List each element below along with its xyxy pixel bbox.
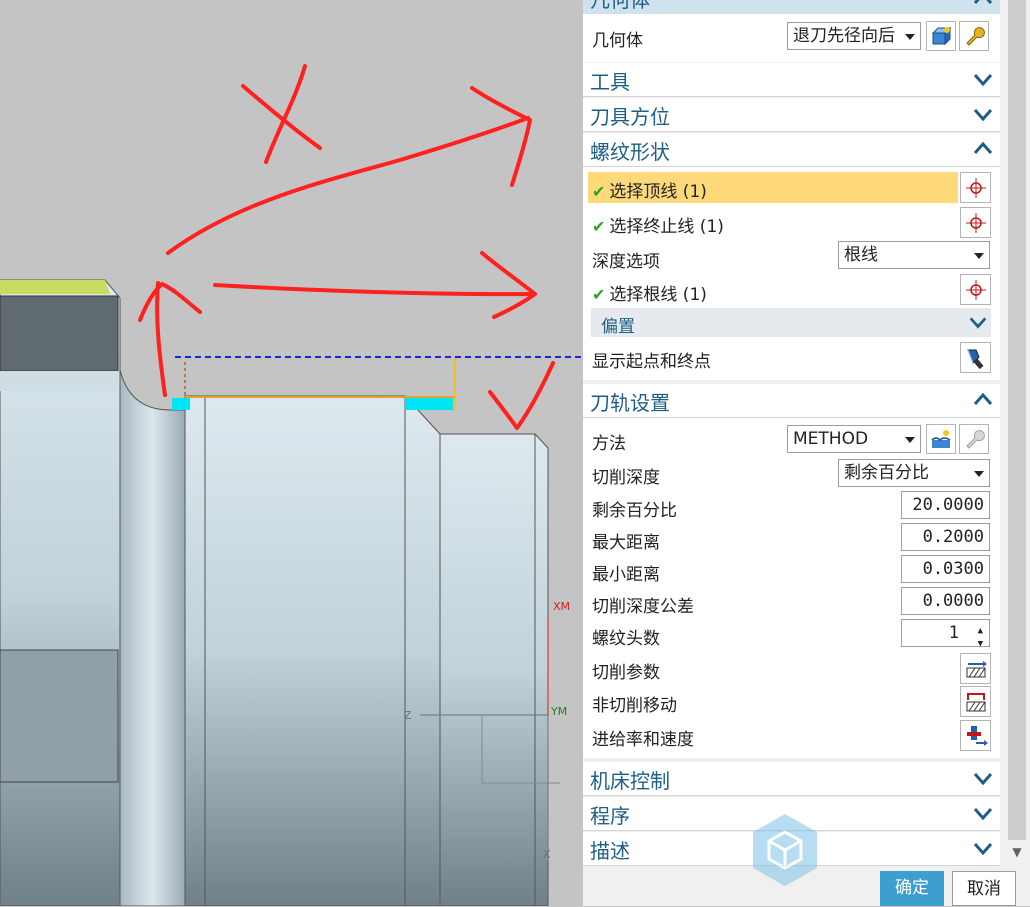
non-cut-moves-icon xyxy=(966,693,986,712)
cancel-button[interactable]: 取消 xyxy=(952,871,1016,906)
non-cut-moves-label: 非切削移动 xyxy=(592,696,677,716)
section-geometry-header[interactable]: 几何体 xyxy=(583,0,1000,15)
thread-count-label: 螺纹头数 xyxy=(592,629,660,649)
scrollbar-thumb[interactable] xyxy=(1008,0,1026,840)
wrench-icon xyxy=(966,430,985,449)
crosshair-icon xyxy=(966,178,986,198)
thread-count-stepper[interactable]: 1 ▲ ▼ xyxy=(901,619,990,649)
section-geometry-body: 几何体 退刀先径向后 xyxy=(583,14,1000,62)
geometry-new-button[interactable] xyxy=(926,21,956,51)
method-select[interactable]: METHOD xyxy=(787,425,921,453)
chevron-down-icon[interactable] xyxy=(972,802,994,824)
show-start-end-label: 显示起点和终点 xyxy=(592,352,711,372)
chevron-up-icon[interactable] xyxy=(972,138,994,160)
crosshair-icon xyxy=(966,280,986,300)
cut-depth-select[interactable]: 剩余百分比 xyxy=(838,459,990,487)
flashlight-icon xyxy=(967,349,984,370)
method-new-button[interactable] xyxy=(926,424,956,454)
check-icon: ✔ xyxy=(592,182,606,201)
non-cut-moves-button[interactable] xyxy=(960,686,991,717)
chevron-down-icon[interactable] xyxy=(968,312,988,332)
geometry-icon xyxy=(931,26,952,46)
annotation-strokes xyxy=(138,64,555,430)
cut-depth-value: 剩余百分比 xyxy=(844,463,929,483)
offset-label: 偏置 xyxy=(601,317,635,337)
method-label: 方法 xyxy=(592,434,626,454)
scroll-down-icon[interactable]: ▼ xyxy=(1008,843,1026,861)
section-title: 机床控制 xyxy=(590,769,670,793)
select-top-line-label[interactable]: ✔ 选择顶线 (1) xyxy=(592,177,707,202)
depth-option-label: 深度选项 xyxy=(592,252,660,272)
min-distance-label: 最小距离 xyxy=(592,565,660,585)
watermark-logo xyxy=(753,814,817,886)
geometry-label: 几何体 xyxy=(592,31,643,51)
section-machine-control-header[interactable]: 机床控制 xyxy=(583,762,1000,796)
crosshair-icon xyxy=(966,213,986,233)
cut-depth-tolerance-input[interactable]: 0.0000 xyxy=(901,587,990,615)
method-icon xyxy=(931,430,951,448)
section-thread-shape-body: ✔ 选择顶线 (1) ✔ 选择终止线 (1) 深度选项 根线 ✔ 选择根线 (1) 偏… xyxy=(583,167,1000,380)
xm-axis-label: XM xyxy=(553,600,571,613)
select-end-line-label[interactable]: ✔ 选择终止线 (1) xyxy=(592,212,724,237)
chevron-down-icon[interactable] xyxy=(972,68,994,90)
dropdown-arrow-icon xyxy=(974,471,984,477)
select-root-line-button[interactable] xyxy=(960,274,991,305)
feeds-speeds-button[interactable] xyxy=(960,720,991,751)
section-title: 刀轨设置 xyxy=(590,391,670,415)
section-path-settings-header[interactable]: 刀轨设置 xyxy=(583,384,1000,418)
geometry-select[interactable]: 退刀先径向后 xyxy=(787,22,921,50)
chevron-down-icon[interactable] xyxy=(972,103,994,125)
section-tool-orientation-header[interactable]: 刀具方位 xyxy=(583,98,1000,132)
thread-count-value: 1 xyxy=(948,623,959,643)
select-root-line-label[interactable]: ✔ 选择根线 (1) xyxy=(592,280,707,305)
offset-subsection-header[interactable]: 偏置 xyxy=(591,308,991,337)
check-icon: ✔ xyxy=(592,285,606,304)
feeds-speeds-label: 进给率和速度 xyxy=(592,730,694,750)
cut-params-label: 切削参数 xyxy=(592,663,660,683)
select-top-line-button[interactable] xyxy=(960,172,991,203)
section-title: 几何体 xyxy=(590,0,650,12)
cut-params-icon xyxy=(966,661,987,678)
part-model-drawing xyxy=(0,64,583,906)
chevron-down-icon[interactable] xyxy=(972,837,994,859)
depth-option-value: 根线 xyxy=(844,245,878,265)
geometry-select-value: 退刀先径向后 xyxy=(793,26,895,46)
section-title: 螺纹形状 xyxy=(590,140,670,164)
chevron-up-icon[interactable] xyxy=(972,389,994,411)
remaining-percent-input[interactable]: 20.0000 xyxy=(901,491,990,519)
cut-params-button[interactable] xyxy=(960,653,991,684)
dropdown-arrow-icon xyxy=(905,34,915,40)
depth-option-select[interactable]: 根线 xyxy=(838,241,990,269)
x-axis-label: X xyxy=(543,848,551,861)
ym-axis-label: YM xyxy=(551,705,568,718)
feeds-speeds-icon xyxy=(967,726,988,746)
section-title: 刀具方位 xyxy=(590,105,670,129)
dropdown-arrow-icon xyxy=(905,437,915,443)
section-title: 工具 xyxy=(590,70,630,94)
section-title: 描述 xyxy=(590,839,630,863)
chevron-up-icon[interactable] xyxy=(972,0,994,10)
select-end-line-button[interactable] xyxy=(960,207,991,238)
show-start-end-button[interactable] xyxy=(960,342,991,373)
ok-button[interactable]: 确定 xyxy=(880,871,944,906)
method-value: METHOD xyxy=(793,429,869,449)
3d-viewport[interactable]: XM YM Z X xyxy=(0,0,583,906)
section-tool-header[interactable]: 工具 xyxy=(583,63,1000,97)
check-icon: ✔ xyxy=(592,217,606,236)
section-path-settings-body: 方法 METHOD 切削深度 剩余百分比 剩余百分比 20.0000 最大距离 … xyxy=(583,418,1000,758)
max-distance-input[interactable]: 0.2000 xyxy=(901,523,990,551)
z-axis-label: Z xyxy=(404,709,412,722)
max-distance-label: 最大距离 xyxy=(592,533,660,553)
section-title: 程序 xyxy=(590,804,630,828)
cut-depth-tolerance-label: 切削深度公差 xyxy=(592,597,694,617)
dropdown-arrow-icon xyxy=(974,253,984,259)
cut-depth-label: 切削深度 xyxy=(592,468,660,488)
chevron-down-icon[interactable] xyxy=(972,767,994,789)
geometry-edit-button[interactable] xyxy=(959,21,989,51)
method-edit-button[interactable] xyxy=(959,424,989,454)
wrench-icon xyxy=(966,27,985,46)
min-distance-input[interactable]: 0.0300 xyxy=(901,555,990,583)
remaining-percent-label: 剩余百分比 xyxy=(592,501,677,521)
section-thread-shape-header[interactable]: 螺纹形状 xyxy=(583,133,1000,167)
